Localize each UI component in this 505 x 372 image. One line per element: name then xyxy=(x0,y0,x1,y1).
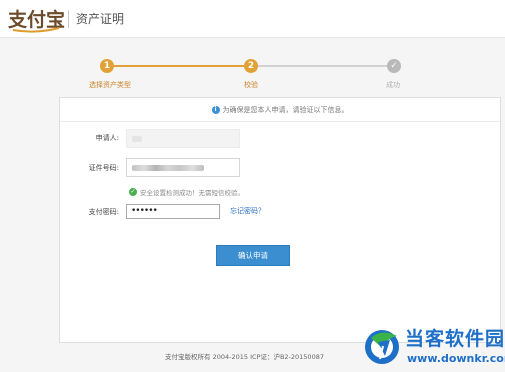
step-2-label: 校验 xyxy=(244,81,258,89)
notice-text: 为确保是您本人申请，请验证以下信息。 xyxy=(222,105,349,114)
step-3-label: 成功 xyxy=(386,81,400,89)
notice-bar: i 为确保是您本人申请，请验证以下信息。 xyxy=(60,98,500,122)
step-2-badge: 2 xyxy=(244,59,258,73)
confirm-apply-button[interactable]: 确认申请 xyxy=(216,245,290,266)
forgot-password-link[interactable]: 忘记密码？ xyxy=(230,206,265,216)
header: 支付宝 资产证明 xyxy=(0,0,505,38)
applicant-value-redacted xyxy=(132,136,142,142)
security-check-status: ✓ 安全设置检测成功！无需短信校验。 xyxy=(129,187,244,197)
progress-steps: 1 2 ✓ 选择资产类型 校验 成功 xyxy=(0,52,505,92)
step-3-check-icon: ✓ xyxy=(387,59,401,73)
id-number-field[interactable] xyxy=(126,158,240,177)
watermark-url: www.downkr.com xyxy=(407,352,505,365)
applicant-field xyxy=(126,129,240,148)
header-divider xyxy=(68,10,69,28)
watermark: 当客软件园 www.downkr.com xyxy=(363,326,505,372)
applicant-label: 申请人: xyxy=(95,134,119,142)
id-number-value-redacted xyxy=(132,165,204,171)
watermark-logo-icon xyxy=(365,330,399,364)
watermark-title: 当客软件园 xyxy=(405,328,505,350)
payment-password-input[interactable]: •••••• xyxy=(126,204,220,219)
alipay-logo[interactable]: 支付宝 xyxy=(8,7,65,33)
logo-swoosh-icon xyxy=(12,27,60,33)
copyright-text: 支付宝版权所有 2004-2015 ICP证：沪B2-20150087 xyxy=(165,353,324,361)
id-number-label: 证件号码: xyxy=(88,164,119,172)
password-label: 支付密码: xyxy=(88,208,119,216)
step-connector-1 xyxy=(114,65,244,67)
checkmark-icon: ✓ xyxy=(129,188,137,196)
step-1-badge: 1 xyxy=(100,59,114,73)
step-1-label: 选择资产类型 xyxy=(89,81,131,89)
security-check-text: 安全设置检测成功！无需短信校验。 xyxy=(140,189,244,197)
page-title: 资产证明 xyxy=(76,12,125,26)
info-icon: i xyxy=(211,105,220,114)
step-connector-2 xyxy=(258,65,388,67)
